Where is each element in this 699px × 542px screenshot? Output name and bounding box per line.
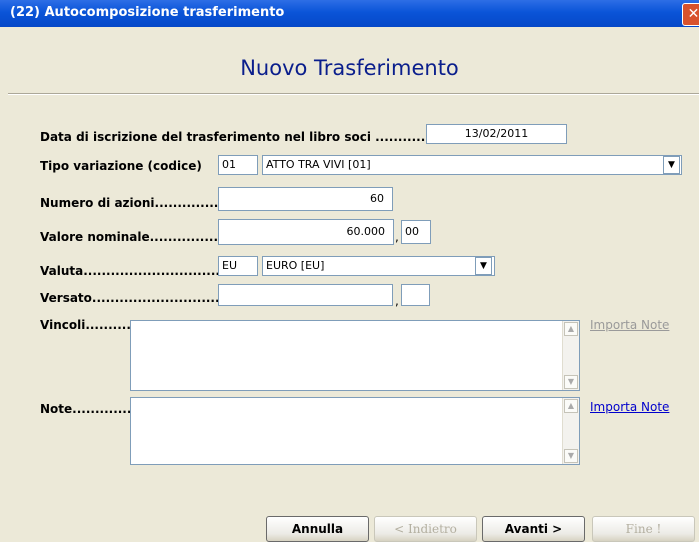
close-icon[interactable]: ✕	[682, 3, 699, 26]
page-title: Nuovo Trasferimento	[240, 56, 459, 80]
window-title: (22) Autocomposizione trasferimento	[10, 5, 285, 20]
tipo-variazione-selected: ATTO TRA VIVI [01]	[266, 158, 371, 171]
tipo-variazione-dropdown-icon[interactable]: ▼	[663, 156, 680, 174]
note-label: Note..............	[40, 402, 136, 416]
decimal-comma: ,	[395, 230, 399, 244]
valuta-selected: EURO [EU]	[266, 259, 325, 272]
valore-nominale-decimals-field[interactable]: 00	[401, 220, 431, 244]
versato-field[interactable]	[218, 284, 393, 306]
scroll-up-icon[interactable]: ▲	[564, 322, 578, 336]
vincoli-textarea[interactable]: ▲ ▼	[130, 320, 580, 391]
valore-nominale-field[interactable]: 60.000	[218, 219, 394, 245]
note-scrollbar[interactable]: ▲ ▼	[562, 398, 579, 464]
valore-nominale-label: Valore nominale.................	[40, 230, 228, 244]
scroll-down-icon[interactable]: ▼	[564, 375, 578, 389]
data-iscrizione-field[interactable]: 13/02/2011	[426, 124, 567, 144]
numero-azioni-field[interactable]: 60	[218, 187, 393, 211]
vincoli-importa-note-link: Importa Note	[590, 318, 670, 332]
vincoli-scrollbar[interactable]: ▲ ▼	[562, 321, 579, 390]
vincoli-label: Vincoli...........	[40, 318, 136, 332]
valuta-dropdown-icon[interactable]: ▼	[475, 257, 492, 275]
fine-button[interactable]: Fine !	[592, 516, 695, 542]
indietro-button[interactable]: < Indietro	[374, 516, 477, 542]
title-bar: (22) Autocomposizione trasferimento ✕	[0, 0, 699, 27]
versato-label: Versato.................................	[40, 291, 243, 305]
annulla-button[interactable]: Annulla	[266, 516, 369, 542]
versato-decimals-field[interactable]	[401, 284, 430, 306]
tipo-variazione-label: Tipo variazione (codice)	[40, 159, 202, 173]
note-textarea[interactable]: ▲ ▼	[130, 397, 580, 465]
scroll-down-icon[interactable]: ▼	[564, 449, 578, 463]
note-importa-note-link[interactable]: Importa Note	[590, 400, 669, 414]
avanti-button[interactable]: Avanti >	[482, 516, 585, 542]
decimal-comma: ,	[395, 294, 399, 308]
valuta-code-field[interactable]: EU	[218, 256, 258, 276]
tipo-variazione-select[interactable]: ATTO TRA VIVI [01]	[262, 155, 682, 175]
scroll-up-icon[interactable]: ▲	[564, 399, 578, 413]
valuta-select[interactable]: EURO [EU]	[262, 256, 495, 276]
data-iscrizione-label: Data di iscrizione del trasferimento nel…	[40, 130, 426, 144]
header-divider	[8, 93, 699, 95]
tipo-variazione-code-field[interactable]: 01	[218, 155, 258, 175]
numero-azioni-label: Numero di azioni..................	[40, 196, 237, 210]
